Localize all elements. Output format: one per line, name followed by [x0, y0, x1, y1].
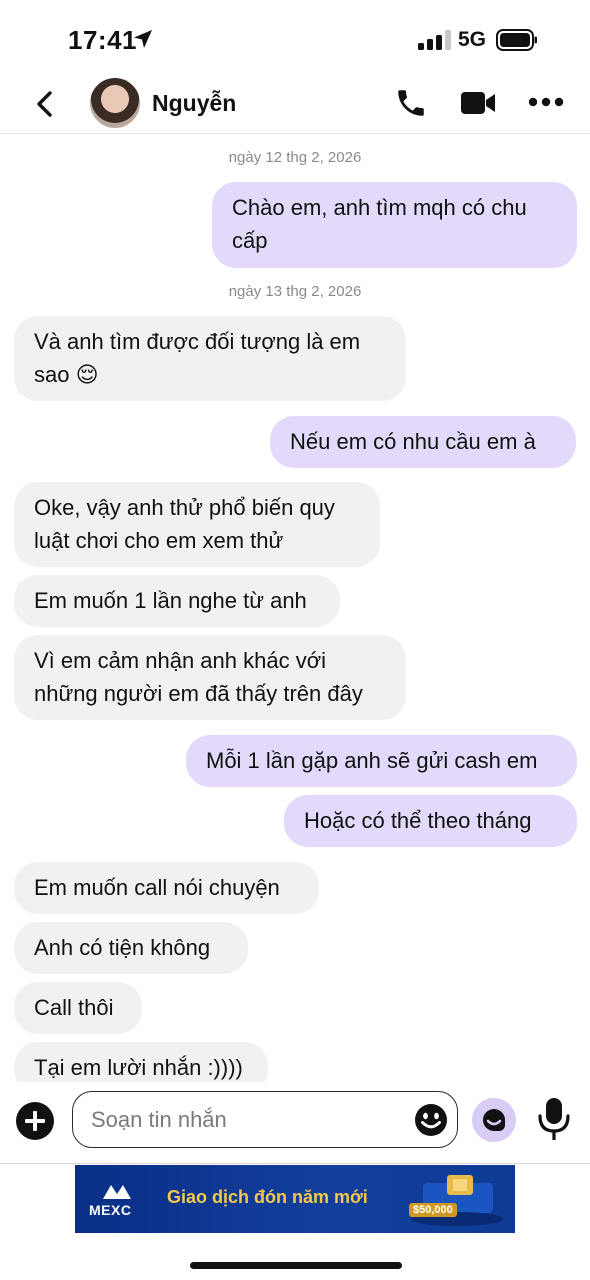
add-attachment-button[interactable] — [16, 1102, 54, 1140]
message-outgoing[interactable]: Nếu em có nhu cầu em à — [270, 416, 576, 468]
message-thread[interactable]: ngày 12 thg 2, 2026 Chào em, anh tìm mqh… — [0, 136, 590, 1082]
video-call-icon[interactable] — [460, 89, 496, 117]
ad-amount: $50,000 — [409, 1203, 457, 1217]
message-input-box[interactable] — [72, 1091, 458, 1148]
avatar[interactable] — [90, 78, 140, 128]
message-incoming[interactable]: Em muốn call nói chuyện — [14, 862, 319, 914]
network-type: 5G — [458, 28, 487, 51]
date-separator: ngày 12 thg 2, 2026 — [228, 149, 362, 166]
home-indicator[interactable] — [190, 1262, 402, 1269]
sticker-button[interactable] — [472, 1098, 516, 1142]
status-bar: 17:41 5G — [0, 0, 590, 80]
status-time: 17:41 — [68, 25, 137, 55]
message-outgoing[interactable]: Hoặc có thể theo tháng — [284, 795, 577, 847]
message-composer — [0, 1084, 590, 1164]
back-icon[interactable] — [32, 90, 58, 118]
message-incoming[interactable]: Anh có tiện không — [14, 922, 248, 974]
message-incoming[interactable]: Tại em lười nhắn :)))) — [14, 1042, 268, 1082]
ad-illustration-icon — [411, 1175, 503, 1226]
ad-headline: Giao dịch đón năm mới — [167, 1187, 368, 1207]
location-arrow-icon — [134, 30, 152, 48]
phone-call-icon[interactable] — [394, 86, 428, 120]
message-input[interactable] — [91, 1102, 391, 1138]
message-incoming[interactable]: Oke, vậy anh thử phổ biến quy luật chơi … — [14, 482, 380, 567]
message-incoming[interactable]: Và anh tìm được đối tượng là em sao 😌 — [14, 316, 406, 401]
microphone-icon[interactable] — [536, 1096, 572, 1142]
cellular-signal-icon — [418, 30, 452, 50]
chat-header: Nguyễn — [0, 72, 590, 134]
message-outgoing[interactable]: Chào em, anh tìm mqh có chu cấp — [212, 182, 577, 268]
battery-icon — [496, 29, 537, 51]
message-incoming[interactable]: Call thôi — [14, 982, 142, 1034]
sticker-icon — [483, 1109, 505, 1131]
date-separator: ngày 13 thg 2, 2026 — [228, 283, 362, 300]
message-outgoing[interactable]: Mỗi 1 lần gặp anh sẽ gửi cash em — [186, 735, 577, 787]
contact-name[interactable]: Nguyễn — [152, 90, 236, 117]
emoji-icon[interactable] — [413, 1102, 449, 1138]
ad-brand: MEXC — [89, 1202, 132, 1218]
more-options-icon[interactable] — [528, 96, 564, 108]
ad-banner[interactable]: MEXC Giao dịch đón năm mới $50,000 — [75, 1165, 515, 1233]
message-incoming[interactable]: Em muốn 1 lần nghe từ anh — [14, 575, 340, 627]
message-incoming[interactable]: Vì em cảm nhận anh khác với những người … — [14, 635, 406, 720]
